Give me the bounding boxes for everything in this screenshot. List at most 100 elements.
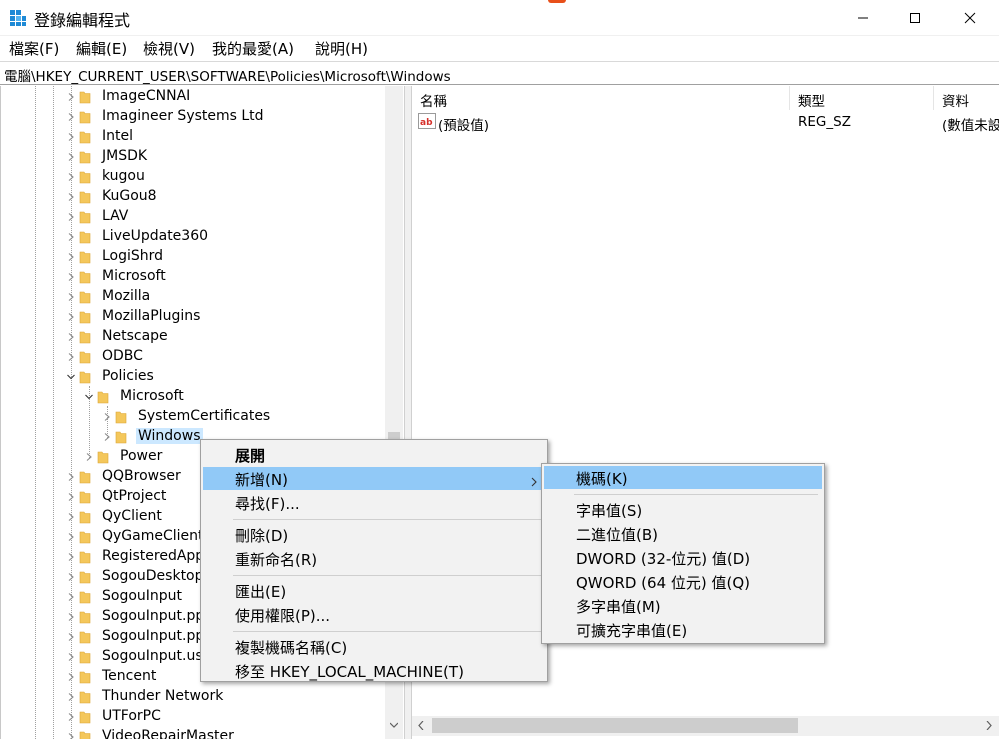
context-menu-item[interactable]: 新增(N) xyxy=(203,467,545,490)
value-row[interactable]: ab (預設值) REG_SZ (數值未設 xyxy=(416,112,999,134)
tree-item[interactable]: ImageCNNAI xyxy=(1,87,386,107)
tree-item[interactable]: Netscape xyxy=(1,327,386,347)
chevron-right-icon[interactable] xyxy=(65,610,77,624)
chevron-right-icon[interactable] xyxy=(65,570,77,584)
submenu-item[interactable]: 機碼(K) xyxy=(544,466,822,489)
chevron-right-icon[interactable] xyxy=(65,270,77,284)
context-menu-item[interactable]: 展開 xyxy=(203,443,545,466)
chevron-right-icon[interactable] xyxy=(65,470,77,484)
chevron-right-icon[interactable] xyxy=(101,430,113,444)
context-menu-item[interactable]: 重新命名(R) xyxy=(203,547,545,570)
context-menu-item[interactable]: 匯出(E) xyxy=(203,579,545,602)
scroll-left-arrow-icon[interactable] xyxy=(418,721,424,730)
chevron-right-icon[interactable] xyxy=(65,110,77,124)
tree-item[interactable]: UTForPC xyxy=(1,707,386,727)
tree-item-label: SogouInput.us xyxy=(102,648,203,664)
tree-item[interactable]: Imagineer Systems Ltd xyxy=(1,107,386,127)
tree-item[interactable]: LogiShrd xyxy=(1,247,386,267)
menu-view[interactable]: 檢視(V) xyxy=(143,38,195,59)
chevron-right-icon[interactable] xyxy=(65,630,77,644)
column-header-data[interactable]: 資料 xyxy=(934,86,999,110)
chevron-right-icon[interactable] xyxy=(65,590,77,604)
chevron-right-icon[interactable] xyxy=(65,290,77,304)
context-menu-item[interactable]: 尋找(F)... xyxy=(203,491,545,514)
tree-item[interactable]: Thunder Network xyxy=(1,687,386,707)
chevron-right-icon[interactable] xyxy=(65,710,77,724)
submenu-item[interactable]: 二進位值(B) xyxy=(544,522,822,545)
submenu-item[interactable]: QWORD (64 位元) 值(Q) xyxy=(544,570,822,593)
minimize-button[interactable] xyxy=(840,0,886,36)
chevron-right-icon[interactable] xyxy=(83,450,95,464)
tree-item-label: ODBC xyxy=(102,348,143,364)
title-accent xyxy=(548,0,566,3)
tree-item[interactable]: Mozilla xyxy=(1,287,386,307)
chevron-right-icon[interactable] xyxy=(65,250,77,264)
chevron-right-icon[interactable] xyxy=(65,650,77,664)
tree-item[interactable]: VideoRepairMaster xyxy=(1,727,386,739)
context-menu-item-label: 匯出(E) xyxy=(235,583,287,601)
submenu-item[interactable]: 多字串值(M) xyxy=(544,594,822,617)
tree-item[interactable]: Intel xyxy=(1,127,386,147)
context-menu-item[interactable]: 刪除(D) xyxy=(203,523,545,546)
submenu-item[interactable]: 字串值(S) xyxy=(544,498,822,521)
tree-item[interactable]: JMSDK xyxy=(1,147,386,167)
chevron-right-icon[interactable] xyxy=(65,490,77,504)
folder-icon xyxy=(79,630,91,644)
chevron-right-icon[interactable] xyxy=(65,350,77,364)
scroll-down-arrow-icon[interactable] xyxy=(390,722,398,728)
chevron-right-icon[interactable] xyxy=(65,670,77,684)
maximize-button[interactable] xyxy=(892,0,938,36)
tree-item[interactable]: Microsoft xyxy=(1,267,386,287)
tree-item[interactable]: kugou xyxy=(1,167,386,187)
chevron-right-icon[interactable] xyxy=(65,530,77,544)
tree-item[interactable]: Microsoft xyxy=(1,387,386,407)
chevron-down-icon[interactable] xyxy=(65,370,77,384)
chevron-right-icon[interactable] xyxy=(65,190,77,204)
list-scroll-thumb[interactable] xyxy=(432,718,798,733)
column-header-type[interactable]: 類型 xyxy=(790,86,934,110)
chevron-right-icon[interactable] xyxy=(65,210,77,224)
column-header-name[interactable]: 名稱 xyxy=(412,86,790,110)
folder-icon xyxy=(79,550,91,564)
close-button[interactable] xyxy=(947,0,993,36)
tree-item[interactable]: ODBC xyxy=(1,347,386,367)
chevron-right-icon[interactable] xyxy=(65,90,77,104)
context-menu-item[interactable]: 移至 HKEY_LOCAL_MACHINE(T) xyxy=(203,659,545,682)
folder-icon xyxy=(79,730,91,739)
context-menu-item[interactable]: 複製機碼名稱(C) xyxy=(203,635,545,658)
chevron-right-icon[interactable] xyxy=(65,730,77,739)
address-path[interactable]: 電腦\HKEY_CURRENT_USER\SOFTWARE\Policies\M… xyxy=(4,65,451,85)
chevron-down-icon[interactable] xyxy=(83,390,95,404)
tree-item[interactable]: LiveUpdate360 xyxy=(1,227,386,247)
tree-item-label: LAV xyxy=(102,208,129,224)
submenu-item[interactable]: 可擴充字串值(E) xyxy=(544,618,822,641)
list-horizontal-scrollbar[interactable] xyxy=(412,716,999,736)
menu-file[interactable]: 檔案(F) xyxy=(9,38,59,59)
chevron-right-icon[interactable] xyxy=(65,330,77,344)
chevron-right-icon[interactable] xyxy=(65,170,77,184)
chevron-right-icon[interactable] xyxy=(65,550,77,564)
chevron-right-icon[interactable] xyxy=(65,150,77,164)
chevron-right-icon[interactable] xyxy=(65,130,77,144)
chevron-right-icon[interactable] xyxy=(101,410,113,424)
tree-item[interactable]: LAV xyxy=(1,207,386,227)
chevron-right-icon[interactable] xyxy=(65,510,77,524)
address-bar[interactable]: 電腦\HKEY_CURRENT_USER\SOFTWARE\Policies\M… xyxy=(0,61,999,85)
tree-item[interactable]: KuGou8 xyxy=(1,187,386,207)
chevron-right-icon[interactable] xyxy=(65,230,77,244)
scroll-right-arrow-icon[interactable] xyxy=(986,721,992,730)
submenu-item-label: 可擴充字串值(E) xyxy=(576,622,688,640)
chevron-right-icon[interactable] xyxy=(65,690,77,704)
menu-separator xyxy=(233,631,541,632)
chevron-right-icon[interactable] xyxy=(65,310,77,324)
menu-help[interactable]: 說明(H) xyxy=(315,38,368,59)
context-menu-item[interactable]: 使用權限(P)... xyxy=(203,603,545,626)
folder-icon xyxy=(79,590,91,604)
submenu-item[interactable]: DWORD (32-位元) 值(D) xyxy=(544,546,822,569)
menu-edit[interactable]: 編輯(E) xyxy=(76,38,127,59)
tree-item-label: QtProject xyxy=(102,488,167,504)
tree-item[interactable]: SystemCertificates xyxy=(1,407,386,427)
tree-item[interactable]: MozillaPlugins xyxy=(1,307,386,327)
menu-favorites[interactable]: 我的最愛(A) xyxy=(212,38,294,59)
tree-item[interactable]: Policies xyxy=(1,367,386,387)
